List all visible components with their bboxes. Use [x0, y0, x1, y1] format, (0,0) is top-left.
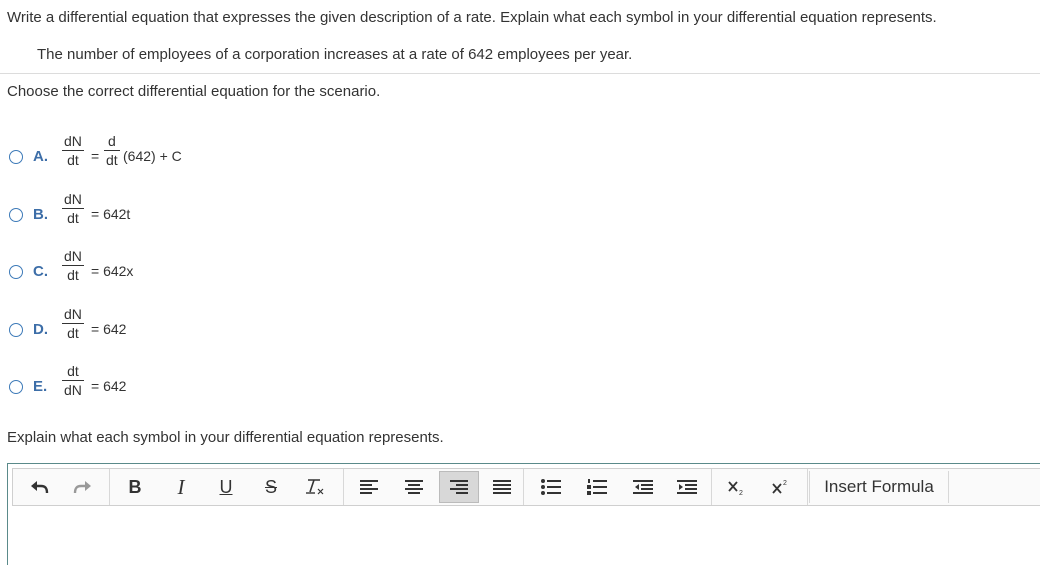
redo-icon: [73, 481, 91, 494]
bullet-list-icon: [541, 479, 561, 495]
fraction-bar: [62, 265, 84, 266]
fraction: dN dt: [62, 248, 84, 283]
undo-button[interactable]: [19, 471, 59, 503]
align-right-button[interactable]: [439, 471, 479, 503]
history-group: [13, 469, 110, 505]
numerator: dN: [64, 306, 82, 322]
align-justify-button[interactable]: [482, 471, 522, 503]
fraction-bar: [62, 323, 84, 324]
redo-button[interactable]: [63, 471, 103, 503]
denominator: dt: [106, 152, 118, 168]
svg-text:2: 2: [739, 490, 743, 496]
denominator: dt: [67, 267, 79, 283]
italic-button[interactable]: I: [161, 471, 201, 503]
numerator: dt: [67, 363, 79, 379]
superscript-button[interactable]: 2: [761, 471, 801, 503]
insert-formula-button[interactable]: Insert Formula: [809, 471, 949, 503]
outdent-icon: [633, 480, 653, 494]
option-e[interactable]: E. dt dN = 642: [0, 360, 400, 410]
bullet-list-button[interactable]: [531, 471, 571, 503]
denominator: dt: [67, 210, 79, 226]
script-group: 2 2: [711, 469, 808, 505]
fraction: dN dt: [62, 191, 84, 226]
equation-rhs: = 642: [91, 378, 127, 394]
fraction: dt dN: [62, 363, 84, 398]
align-justify-icon: [493, 480, 511, 494]
svg-text:2: 2: [783, 480, 787, 487]
numerator: d: [107, 133, 116, 149]
radio-button-c[interactable]: [9, 265, 23, 279]
radio-button-b[interactable]: [9, 208, 23, 222]
fraction-bar: [62, 380, 84, 381]
fraction-bar: [104, 150, 120, 151]
denominator: dt: [67, 152, 79, 168]
fraction-bar: [62, 208, 84, 209]
numerator: dN: [64, 133, 82, 149]
list-group: [523, 469, 712, 505]
alignment-group: [343, 469, 524, 505]
fraction-derivative: d dt: [104, 133, 120, 168]
bold-button[interactable]: B: [115, 471, 155, 503]
underline-button[interactable]: U: [206, 471, 246, 503]
radio-button-d[interactable]: [9, 323, 23, 337]
numbered-list-button[interactable]: [577, 471, 617, 503]
numerator: dN: [64, 191, 82, 207]
option-b[interactable]: B. dN dt = 642t: [0, 188, 400, 238]
question-page: Write a differential equation that expre…: [0, 0, 1040, 565]
denominator: dN: [64, 382, 82, 398]
subscript-button[interactable]: 2: [717, 471, 757, 503]
radio-button-a[interactable]: [9, 150, 23, 164]
option-letter: B.: [33, 206, 48, 223]
outdent-button[interactable]: [623, 471, 663, 503]
equation-rhs: (642) + C: [123, 148, 182, 164]
choice-prompt: Choose the correct differential equation…: [7, 83, 381, 100]
explain-prompt: Explain what each symbol in your differe…: [7, 429, 444, 446]
divider: [0, 73, 1040, 74]
numerator: dN: [64, 248, 82, 264]
option-a[interactable]: A. dN dt = d dt (642) + C: [0, 130, 400, 180]
fraction: dN dt: [62, 306, 84, 341]
undo-icon: [31, 481, 49, 494]
denominator: dt: [67, 325, 79, 341]
equals-sign: =: [91, 148, 100, 164]
equation-rhs: = 642x: [91, 263, 134, 279]
clear-formatting-button[interactable]: [295, 471, 335, 503]
equation-rhs: = 642: [91, 321, 127, 337]
superscript-icon: 2: [772, 480, 787, 494]
align-center-button[interactable]: [394, 471, 434, 503]
editor-toolbar: B I U S 2 2 Insert Formula: [12, 468, 1040, 506]
option-letter: C.: [33, 263, 48, 280]
strikethrough-button[interactable]: S: [251, 471, 291, 503]
numbered-list-icon: [587, 479, 607, 495]
fraction-bar: [62, 150, 84, 151]
indent-icon: [677, 480, 697, 494]
option-letter: A.: [33, 148, 48, 165]
align-left-icon: [360, 480, 378, 494]
clear-formatting-icon: [306, 479, 324, 495]
radio-button-e[interactable]: [9, 380, 23, 394]
option-c[interactable]: C. dN dt = 642x: [0, 245, 400, 295]
align-center-icon: [405, 480, 423, 494]
equation-rhs: = 642t: [91, 206, 131, 222]
option-letter: D.: [33, 321, 48, 338]
align-right-icon: [450, 480, 468, 494]
answer-editor[interactable]: B I U S 2 2 Insert Formula: [7, 463, 1040, 565]
question-instruction: Write a differential equation that expre…: [7, 9, 937, 26]
question-scenario: The number of employees of a corporation…: [37, 46, 633, 63]
format-group: B I U S: [109, 469, 344, 505]
subscript-icon: 2: [728, 481, 743, 496]
fraction: dN dt: [62, 133, 84, 168]
indent-button[interactable]: [667, 471, 707, 503]
align-left-button[interactable]: [349, 471, 389, 503]
option-d[interactable]: D. dN dt = 642: [0, 303, 400, 353]
option-letter: E.: [33, 378, 48, 395]
